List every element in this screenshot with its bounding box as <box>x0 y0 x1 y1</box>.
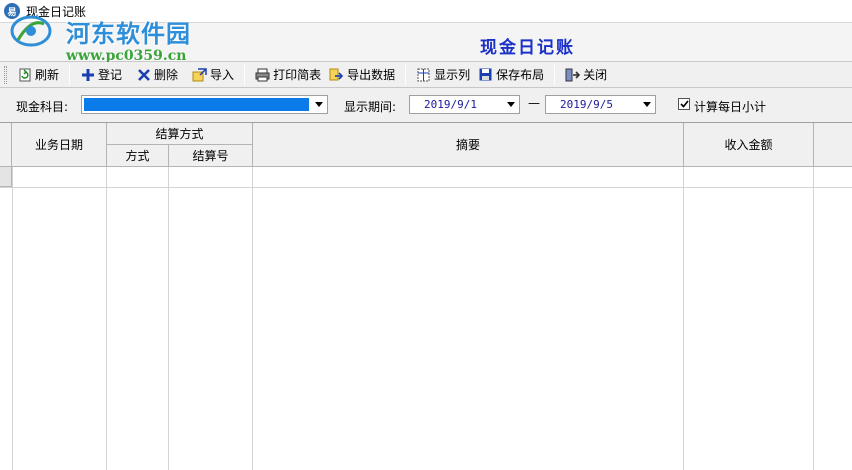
column-header-date-label: 业务日期 <box>34 138 83 152</box>
date-to-picker[interactable]: 2019/9/5 <box>545 95 656 114</box>
toolbar-separator <box>244 64 246 85</box>
daily-subtotal-label[interactable]: 计算每日小计 <box>694 98 766 115</box>
column-header-settlement[interactable]: 结算方式 <box>107 123 253 145</box>
column-header-income-label: 收入金额 <box>724 138 773 152</box>
page-title: 现金日记账 <box>480 38 575 58</box>
toolbar-separator <box>405 64 407 85</box>
date-from-picker[interactable]: 2019/9/1 <box>409 95 520 114</box>
column-header-settlement-no[interactable]: 结算号 <box>169 145 253 167</box>
grid-corner <box>0 123 12 167</box>
export-button[interactable]: 导出数据 <box>325 64 399 86</box>
save-disk-icon <box>478 67 493 82</box>
account-select-value <box>84 98 309 111</box>
delete-x-icon <box>136 67 151 82</box>
column-header-income[interactable]: 收入金额 <box>684 123 814 167</box>
cash-journal-grid[interactable]: 业务日期 结算方式 方式 结算号 摘要 收入金额 <box>0 122 852 470</box>
daily-subtotal-checkbox[interactable] <box>678 98 690 110</box>
column-header-summary[interactable]: 摘要 <box>253 123 684 167</box>
save-layout-label: 保存布局 <box>496 68 545 82</box>
app-logo-icon: 易 <box>4 3 20 19</box>
checkmark-icon <box>679 100 689 108</box>
close-label: 关闭 <box>583 68 608 82</box>
chevron-down-icon[interactable] <box>503 96 519 113</box>
refresh-button[interactable]: 刷新 <box>13 64 63 86</box>
delete-label: 删除 <box>154 68 179 82</box>
grid-vline <box>106 167 107 470</box>
register-label: 登记 <box>98 68 123 82</box>
window-title: 现金日记账 <box>26 4 87 19</box>
toolbar: 刷新 登记 删除 导入 打印简表 导出数据 显示列 保存布局 关闭 <box>0 62 852 88</box>
save-layout-button[interactable]: 保存布局 <box>474 64 548 86</box>
close-button[interactable]: 关闭 <box>561 64 611 86</box>
filter-bar: 现金科目: 显示期间: 2019/9/1 — 2019/9/5 计算每日小计 <box>0 88 852 120</box>
toolbar-separator <box>69 64 71 85</box>
chevron-down-icon[interactable] <box>311 96 327 113</box>
row-header[interactable] <box>0 167 12 187</box>
period-label: 显示期间: <box>344 100 397 114</box>
print-button[interactable]: 打印简表 <box>251 64 325 86</box>
column-header-summary-label: 摘要 <box>455 138 480 152</box>
column-header-method-label: 方式 <box>125 149 150 163</box>
header-banner: 现金日记账 <box>0 22 852 62</box>
delete-button[interactable]: 删除 <box>132 64 182 86</box>
grid-vline <box>813 167 814 470</box>
toolbar-grip[interactable] <box>4 65 7 84</box>
import-button[interactable]: 导入 <box>188 64 238 86</box>
chevron-down-icon[interactable] <box>639 96 655 113</box>
plus-icon <box>80 67 95 82</box>
refresh-label: 刷新 <box>35 68 60 82</box>
import-label: 导入 <box>210 68 235 82</box>
columns-icon <box>416 67 431 82</box>
print-label: 打印简表 <box>273 68 322 82</box>
account-select[interactable] <box>81 95 328 114</box>
grid-vline <box>168 167 169 470</box>
column-header-settlement-label: 结算方式 <box>155 127 204 141</box>
account-label: 现金科目: <box>16 100 69 114</box>
date-separator: — <box>528 96 540 110</box>
column-header-date[interactable]: 业务日期 <box>12 123 107 167</box>
grid-vline <box>252 167 253 470</box>
show-columns-label: 显示列 <box>434 68 471 82</box>
column-header-settlement-no-label: 结算号 <box>192 149 229 163</box>
date-from-value[interactable]: 2019/9/1 <box>410 96 503 113</box>
column-header-next[interactable] <box>814 123 852 167</box>
exit-door-icon <box>565 67 581 82</box>
export-icon <box>329 67 344 82</box>
toolbar-separator <box>554 64 556 85</box>
refresh-icon <box>17 67 32 82</box>
table-row-divider <box>0 187 852 188</box>
grid-vline <box>683 167 684 470</box>
import-icon <box>192 67 207 82</box>
register-button[interactable]: 登记 <box>76 64 126 86</box>
printer-icon <box>255 67 270 82</box>
title-bar: 易 现金日记账 <box>0 0 852 22</box>
date-to-value[interactable]: 2019/9/5 <box>546 96 639 113</box>
export-label: 导出数据 <box>347 68 396 82</box>
grid-vline <box>12 167 13 470</box>
show-columns-button[interactable]: 显示列 <box>412 64 474 86</box>
column-header-method[interactable]: 方式 <box>107 145 169 167</box>
